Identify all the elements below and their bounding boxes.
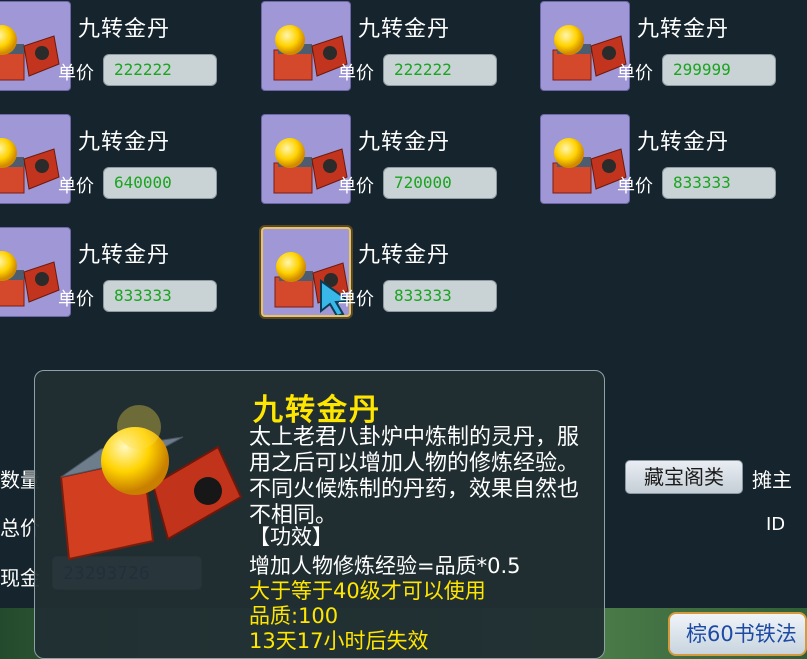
price-label: 单价 (58, 63, 94, 84)
tooltip-description: 太上老君八卦炉中炼制的灵丹，服用之后可以增加人物的修炼经验。不同火候炼制的丹药，… (249, 425, 580, 528)
item-name: 九转金丹 (78, 130, 171, 155)
golden-pill-box-icon (59, 405, 243, 561)
price-field: 222222 (383, 54, 497, 86)
price-field: 833333 (103, 280, 217, 312)
item-tooltip: 九转金丹 太上老君八卦炉中炼制的灵丹，服用之后可以增加人物的修炼经验。不同火候炼… (34, 370, 605, 659)
market-item[interactable]: 九转金丹 单价 720000 (261, 114, 531, 214)
price-value: 222222 (394, 60, 452, 79)
price-value: 833333 (394, 286, 452, 305)
price-value: 222222 (114, 60, 172, 79)
item-name: 九转金丹 (358, 243, 451, 268)
treasure-category-button[interactable]: 藏宝阁类 (625, 460, 743, 494)
price-label: 单价 (338, 289, 374, 310)
price-label: 单价 (617, 176, 653, 197)
price-field: 833333 (662, 167, 776, 199)
item-name: 九转金丹 (358, 17, 451, 42)
footer-button[interactable]: 棕60书铁法 (668, 612, 807, 656)
price-label: 单价 (338, 176, 374, 197)
item-name: 九转金丹 (358, 130, 451, 155)
item-name: 九转金丹 (637, 130, 730, 155)
tooltip-title: 九转金丹 (253, 393, 381, 428)
price-value: 833333 (114, 286, 172, 305)
market-item[interactable]: 九转金丹 单价 833333 (0, 227, 251, 327)
price-label: 单价 (338, 63, 374, 84)
price-field: 833333 (383, 280, 497, 312)
price-field: 299999 (662, 54, 776, 86)
price-value: 299999 (673, 60, 731, 79)
market-item[interactable]: 九转金丹 单价 640000 (0, 114, 251, 214)
market-item[interactable]: 九转金丹 单价 299999 (540, 1, 807, 101)
market-item[interactable]: 九转金丹 单价 222222 (0, 1, 251, 101)
price-label: 单价 (617, 63, 653, 84)
item-name: 九转金丹 (637, 17, 730, 42)
market-item[interactable]: 九转金丹 单价 222222 (261, 1, 531, 101)
price-field: 720000 (383, 167, 497, 199)
level-requirement: 大于等于40级才可以使用 (249, 579, 486, 603)
market-item-selected[interactable]: 九转金丹 单价 833333 (261, 227, 531, 327)
item-grid: 九转金丹 单价 222222 九转金丹 单价 222222 九转金丹 单价 29… (0, 0, 807, 330)
item-name: 九转金丹 (78, 243, 171, 268)
price-label: 单价 (58, 289, 94, 310)
price-field: 222222 (103, 54, 217, 86)
item-name: 九转金丹 (78, 17, 171, 42)
price-label: 单价 (58, 176, 94, 197)
effect-line: 增加人物修炼经验=品质*0.5 (249, 554, 521, 578)
price-value: 640000 (114, 173, 172, 192)
price-value: 833333 (673, 173, 731, 192)
price-value: 720000 (394, 173, 452, 192)
id-label: ID (766, 514, 786, 535)
effect-header: 【功效】 (249, 525, 333, 549)
stall-owner-label: 摊主 (752, 468, 792, 492)
price-field: 640000 (103, 167, 217, 199)
quality-value: 品质:100 (249, 604, 339, 628)
market-item[interactable]: 九转金丹 单价 833333 (540, 114, 807, 214)
expiry-time: 13天17小时后失效 (249, 629, 429, 653)
